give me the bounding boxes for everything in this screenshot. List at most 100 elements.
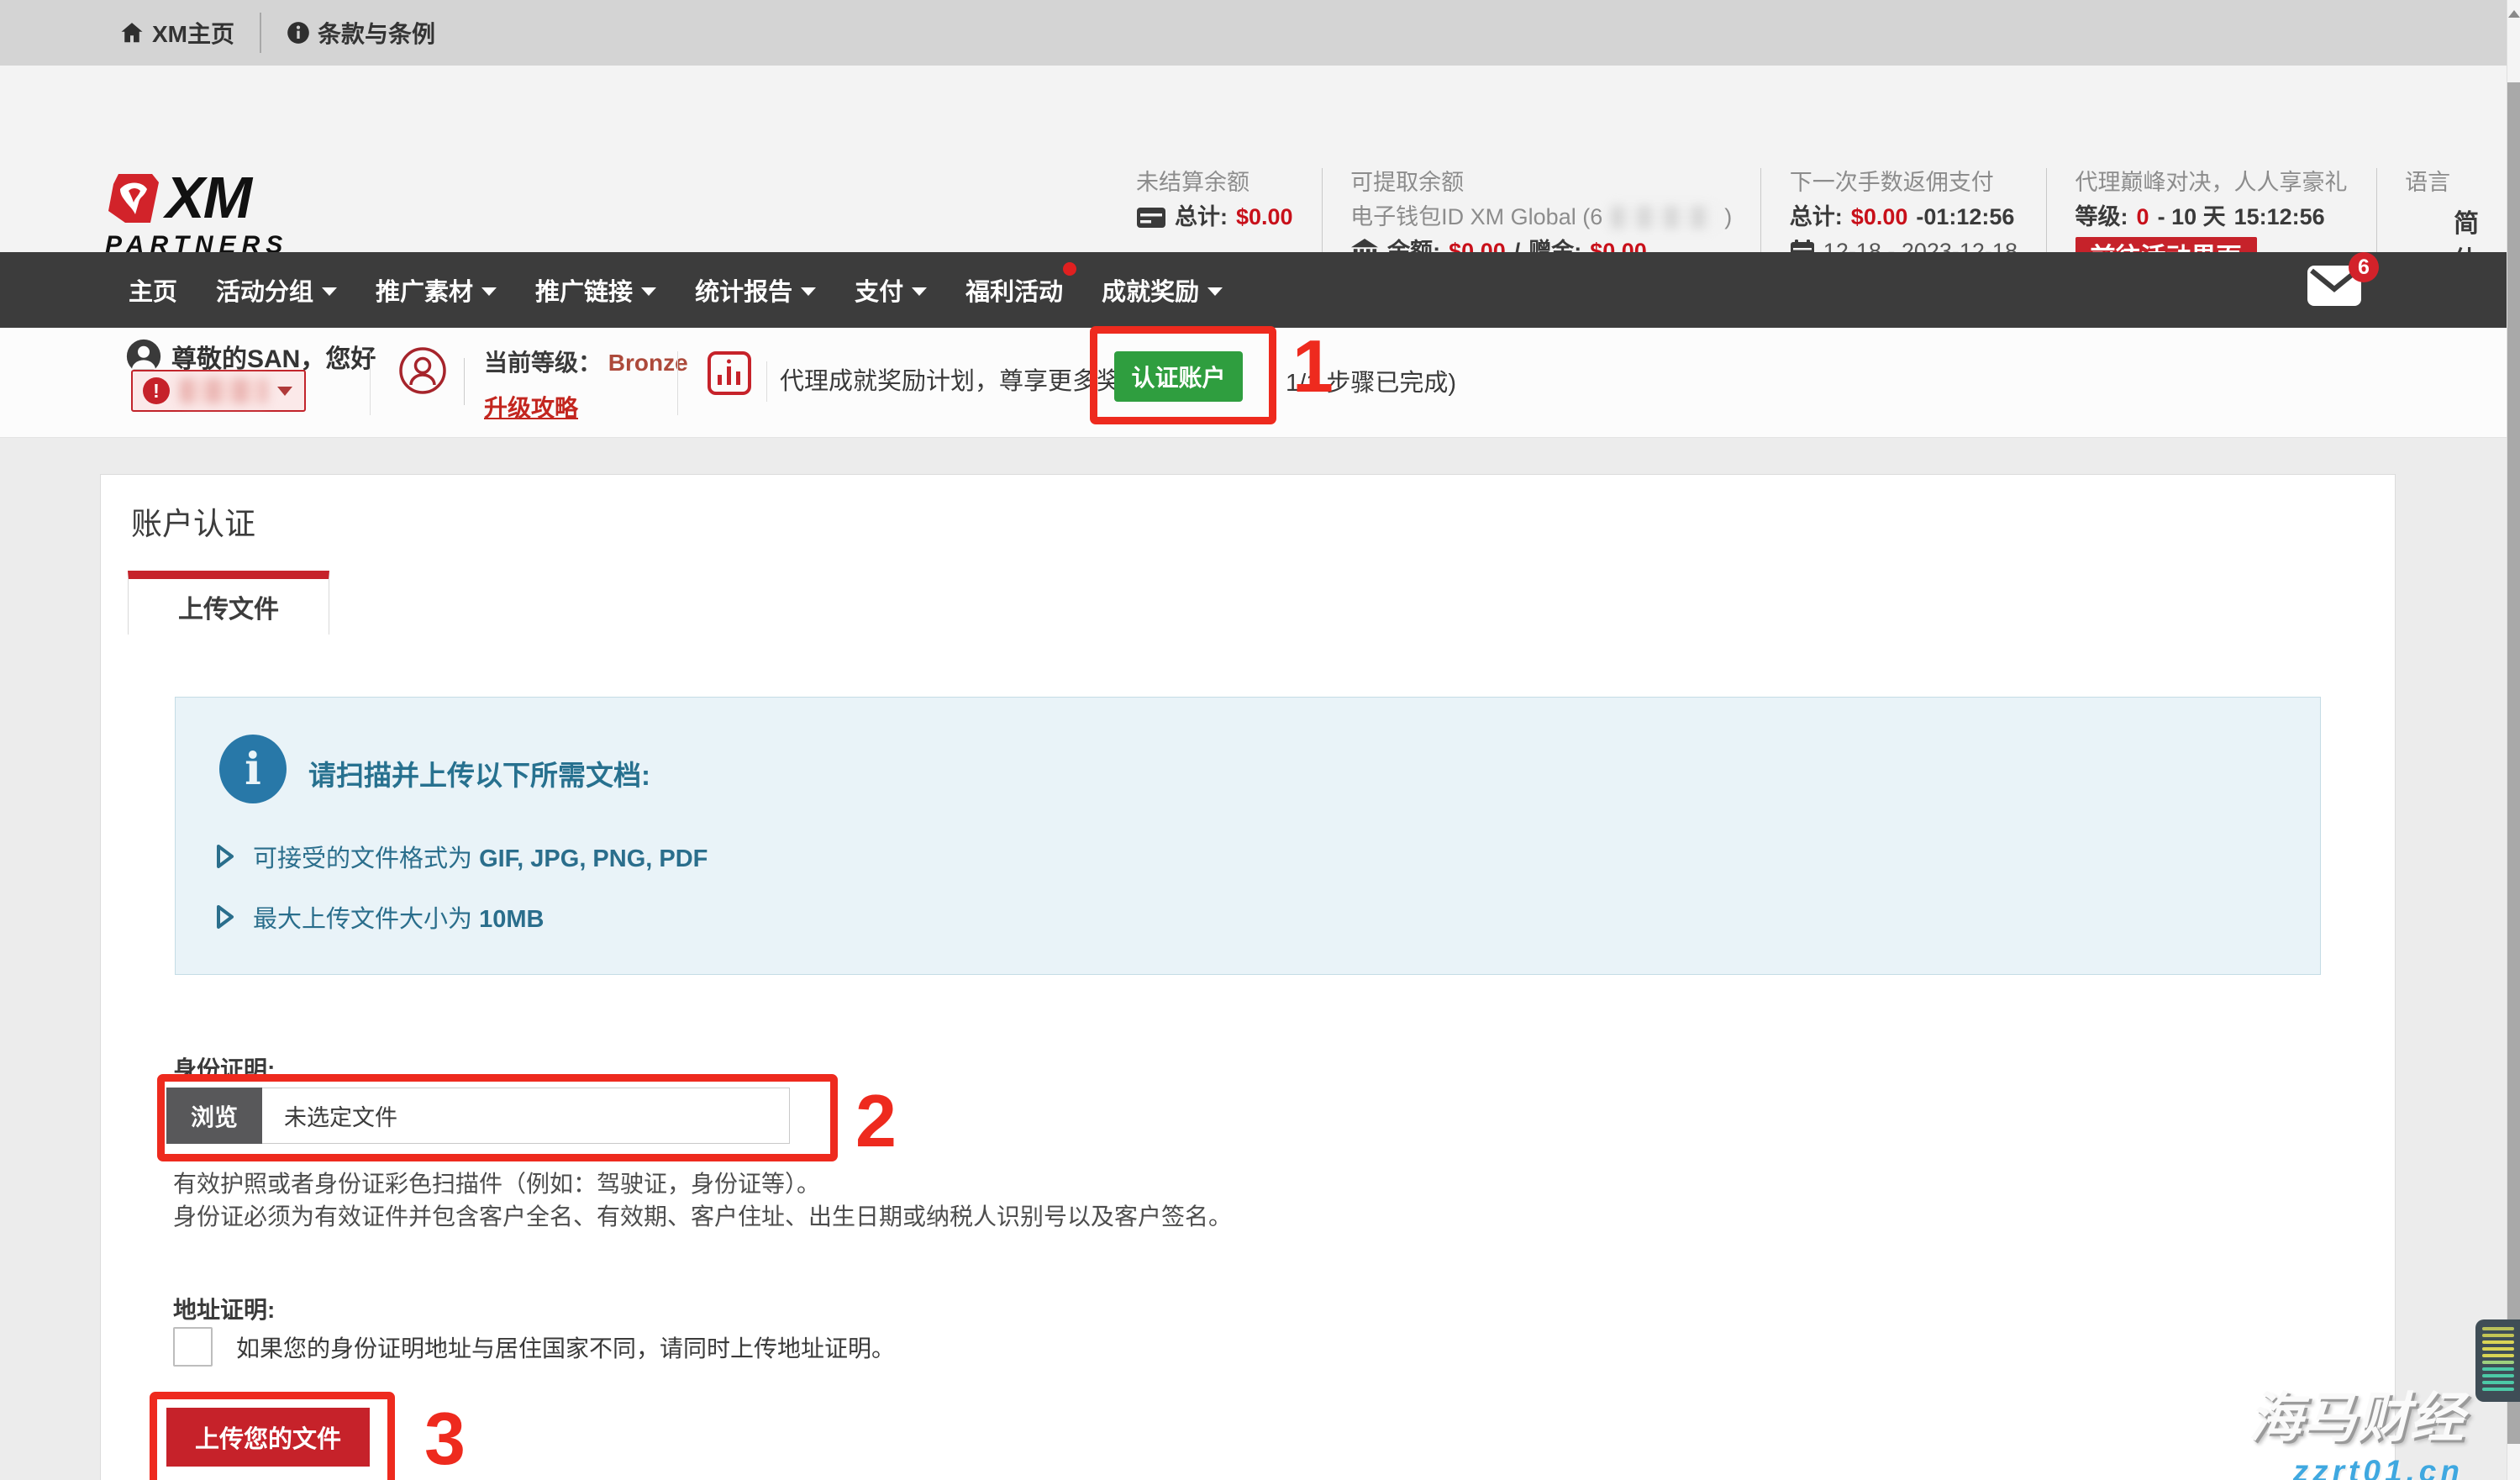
xm-partners-logo[interactable]: XM PARTNERS xyxy=(105,171,288,260)
widget-stripe xyxy=(2482,1381,2514,1384)
chevron-down-icon xyxy=(277,387,292,396)
floating-widget[interactable] xyxy=(2475,1319,2520,1402)
widget-stripe xyxy=(2482,1367,2514,1371)
rebate-label: 下一次手数返佣支付 xyxy=(1790,168,2018,197)
widget-stripe xyxy=(2482,1374,2514,1377)
nav-item-achievements[interactable]: 成就奖励 xyxy=(1102,272,1223,308)
accepted-formats: GIF, JPG, PNG, PDF xyxy=(479,845,708,872)
vertical-scrollbar[interactable] xyxy=(2507,0,2520,1480)
wallet-id-close: ) xyxy=(1724,203,1732,231)
contest-level-range: - 10 天 xyxy=(2158,203,2226,231)
user-icon xyxy=(126,339,161,374)
logo-brand-text: XM xyxy=(166,171,250,224)
chevron-down-icon xyxy=(801,287,816,296)
chevron-down-icon xyxy=(1207,287,1223,296)
nav-item-promo-links[interactable]: 推广链接 xyxy=(535,272,656,308)
info-box-title: 请扫描并上传以下所需文档: xyxy=(308,753,650,793)
address-proof-note: 如果您的身份证明地址与居住国家不同，请同时上传地址证明。 xyxy=(236,1330,895,1364)
rebate-total-value: $0.00 xyxy=(1851,203,1908,231)
chevron-down-icon xyxy=(481,287,497,296)
widget-stripe xyxy=(2482,1388,2514,1391)
level-value: Bronze xyxy=(608,350,688,376)
identity-help-text: 有效护照或者身份证彩色扫描件（例如：驾驶证，身份证等）。 身份证必须为有效证件并… xyxy=(173,1167,1232,1233)
userbar-divider xyxy=(370,351,371,415)
identity-proof-label: 身份证明: xyxy=(173,1051,275,1085)
pending-total-value: $0.00 xyxy=(1236,203,1293,231)
nav-item-payments[interactable]: 支付 xyxy=(855,272,927,308)
address-proof-label: 地址证明: xyxy=(173,1292,275,1325)
contest-countdown: 15:12:56 xyxy=(2234,203,2325,231)
wallet-id-text: 电子钱包ID XM Global (6 xyxy=(1350,203,1602,231)
user-bar: 尊敬的SAN，您好 ! 当前等级： Bronze 升级攻略 代理成就奖励计划，尊… xyxy=(0,328,2507,438)
level-label: 当前等级： xyxy=(484,350,602,376)
verify-account-button[interactable]: 认证账户 xyxy=(1114,351,1243,402)
alert-icon: ! xyxy=(143,377,170,404)
page-title: 账户认证 xyxy=(131,498,255,544)
widget-stripe xyxy=(2482,1354,2514,1357)
messages-button[interactable]: 6 xyxy=(2307,262,2365,318)
mail-badge: 6 xyxy=(2349,252,2379,282)
nav-item-activity-groups[interactable]: 活动分组 xyxy=(216,272,337,308)
pending-balance-label: 未结算余额 xyxy=(1136,168,1293,197)
info-box: i 请扫描并上传以下所需文档: 可接受的文件格式为 GIF, JPG, PNG,… xyxy=(175,697,2321,975)
scroll-up-button[interactable] xyxy=(2507,0,2520,27)
home-icon xyxy=(119,20,145,45)
level-block: 当前等级： Bronze 升级攻略 xyxy=(484,345,688,424)
rebate-col: 下一次手数返佣支付 总计: $0.00 -01:12:56 12-18 - 20… xyxy=(1790,168,2018,266)
contest-level-value: 0 xyxy=(2137,203,2149,231)
rebate-countdown: -01:12:56 xyxy=(1916,203,2014,231)
nav-item-statistics[interactable]: 统计报告 xyxy=(695,272,816,308)
file-chosen-text: 未选定文件 xyxy=(262,1088,790,1144)
upload-files-button[interactable]: 上传您的文件 xyxy=(166,1408,370,1467)
triangle-bullet-icon xyxy=(214,843,236,870)
achievement-chart-icon xyxy=(708,351,751,395)
info-bullet-formats: 可接受的文件格式为 GIF, JPG, PNG, PDF xyxy=(214,839,708,874)
account-selector[interactable]: ! xyxy=(131,370,306,412)
contest-level-label: 等级: xyxy=(2075,203,2128,231)
achievement-promo-text: 代理成就奖励计划，尊享更多奖励！ xyxy=(780,361,1170,397)
xm-bull-icon xyxy=(105,172,162,224)
scrollbar-thumb[interactable] xyxy=(2507,82,2520,1444)
chevron-down-icon xyxy=(641,287,656,296)
account-verification-card: 账户认证 上传文件 i 请扫描并上传以下所需文档: 可接受的文件格式为 GIF,… xyxy=(100,474,2396,1480)
address-proof-checkbox[interactable] xyxy=(173,1327,213,1367)
nav-item-benefits[interactable]: 福利活动 xyxy=(965,272,1063,308)
widget-stripe xyxy=(2482,1334,2514,1337)
notification-dot xyxy=(1063,262,1076,276)
chevron-down-icon xyxy=(912,287,927,296)
main-nav: 主页 活动分组 推广素材 推广链接 统计报告 支付 福利活动 成就奖励 6 xyxy=(0,252,2507,328)
account-number-redacted xyxy=(180,378,267,403)
identity-help-line2: 身份证必须为有效证件并包含客户全名、有效期、客户住址、出生日期或纳税人识别号以及… xyxy=(173,1200,1232,1233)
card-icon xyxy=(1136,204,1166,229)
terms-link[interactable]: 条款与条例 xyxy=(287,16,435,50)
widget-stripe xyxy=(2482,1340,2514,1344)
browse-button[interactable]: 浏览 xyxy=(166,1088,262,1144)
profile-circle-icon xyxy=(398,346,447,395)
nav-item-promo-materials[interactable]: 推广素材 xyxy=(376,272,497,308)
pending-balance-col: 未结算余额 总计: $0.00 xyxy=(1136,168,1293,231)
widget-stripe xyxy=(2482,1361,2514,1364)
terms-label: 条款与条例 xyxy=(318,16,435,50)
info-circle-icon: i xyxy=(219,735,287,803)
xm-home-link[interactable]: XM主页 xyxy=(119,16,234,50)
topbar-divider xyxy=(260,13,261,53)
address-proof-row: 如果您的身份证明地址与居住国家不同，请同时上传地址证明。 xyxy=(173,1327,895,1367)
nav-item-home[interactable]: 主页 xyxy=(129,272,177,308)
upgrade-guide-link[interactable]: 升级攻略 xyxy=(484,390,578,424)
contest-label: 代理巅峰对决，人人享豪礼 xyxy=(2075,168,2348,197)
steps-completed-text: 1/1 步骤已完成) xyxy=(1286,363,1456,398)
wallet-id-redacted xyxy=(1611,206,1716,229)
rebate-total-label: 总计: xyxy=(1790,203,1843,231)
identity-file-input[interactable]: 浏览 未选定文件 xyxy=(166,1088,790,1144)
max-file-size: 10MB xyxy=(479,906,544,933)
tab-upload-files[interactable]: 上传文件 xyxy=(128,571,329,635)
widget-stripe xyxy=(2482,1347,2514,1351)
widget-stripe xyxy=(2482,1327,2514,1330)
info-bullet-max-size: 最大上传文件大小为 10MB xyxy=(214,899,544,935)
userbar-divider xyxy=(464,358,465,405)
chevron-down-icon xyxy=(322,287,337,296)
wallet-label: 可提取余额 xyxy=(1350,168,1732,197)
wallet-col: 可提取余额 电子钱包ID XM Global (6 ) 余额: $0.00 / … xyxy=(1350,168,1732,266)
pending-total-label: 总计: xyxy=(1175,203,1228,231)
identity-help-line1: 有效护照或者身份证彩色扫描件（例如：驾驶证，身份证等）。 xyxy=(173,1167,1232,1200)
